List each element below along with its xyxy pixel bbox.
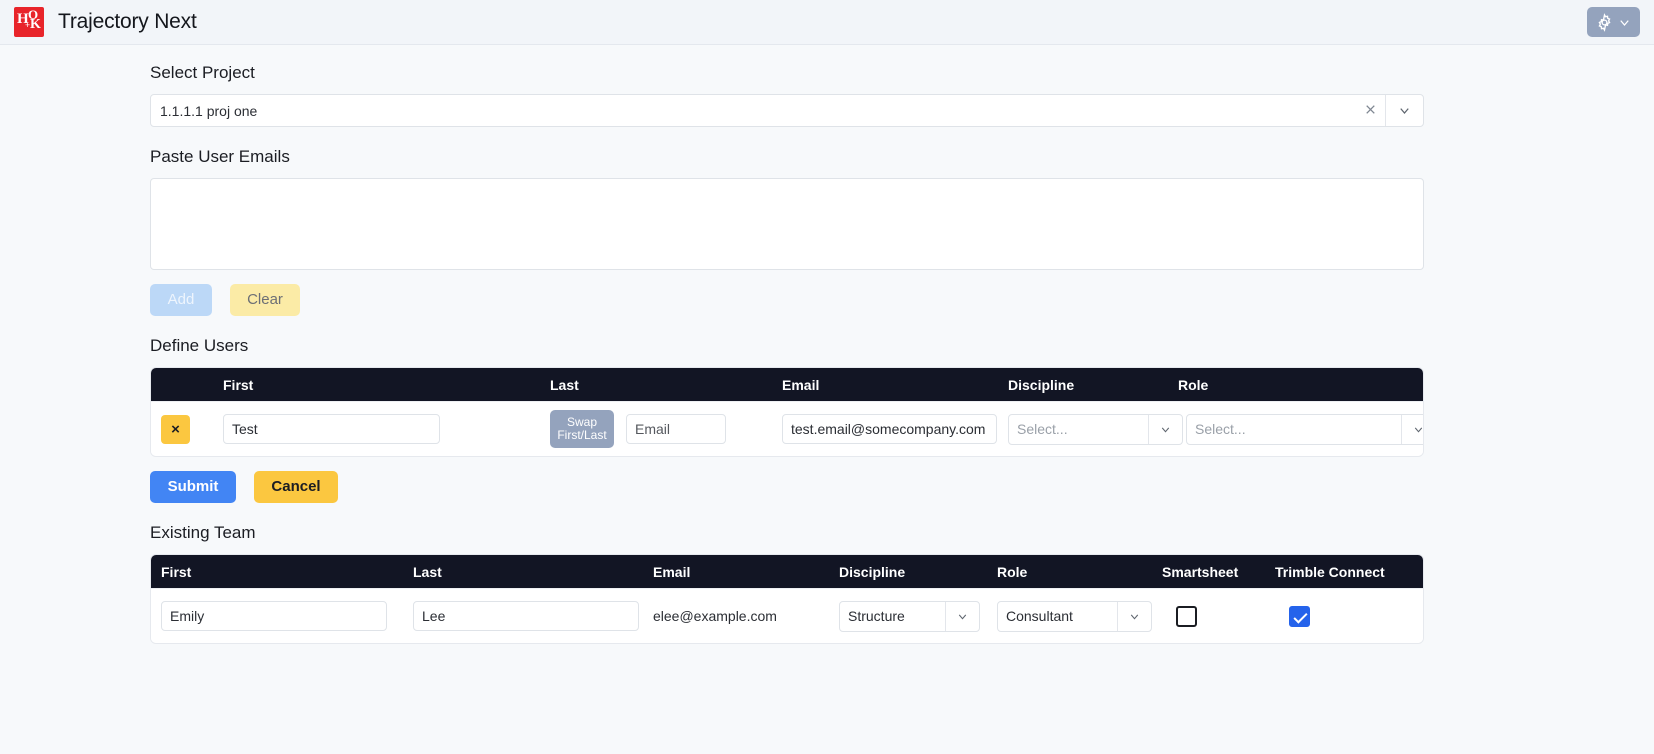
page-body: Select Project 1.1.1.1 proj one Paste Us… <box>0 45 1654 644</box>
select-project-label: Select Project <box>150 63 255 82</box>
smartsheet-checkbox[interactable] <box>1176 605 1197 627</box>
discipline-selected-value: Select... <box>1017 421 1068 437</box>
chevron-down-icon[interactable] <box>1118 610 1151 623</box>
existing-team-label: Existing Team <box>150 523 256 542</box>
column-header-email: Email <box>653 563 691 580</box>
cancel-button[interactable]: Cancel <box>254 471 338 503</box>
column-header-role: Role <box>1178 376 1209 393</box>
swap-label-line2: First/Last <box>557 428 607 442</box>
column-header-first: First <box>161 563 192 580</box>
paste-emails-textarea[interactable] <box>150 178 1424 270</box>
define-users-table: First Last Email Discipline Role × Swap … <box>150 367 1424 457</box>
column-header-role: Role <box>997 563 1028 580</box>
last-name-input[interactable] <box>626 414 726 444</box>
column-header-first: First <box>223 376 254 393</box>
clear-button[interactable]: Clear <box>230 284 300 316</box>
chevron-down-icon <box>1617 15 1632 30</box>
column-header-discipline: Discipline <box>1008 376 1075 393</box>
chevron-down-icon[interactable] <box>1386 103 1423 118</box>
project-selected-value: 1.1.1.1 proj one <box>160 102 258 119</box>
logo-letter-k: K <box>30 17 41 32</box>
gear-icon <box>1595 12 1614 32</box>
existing-role-value: Consultant <box>1006 608 1073 624</box>
existing-discipline-value: Structure <box>848 608 905 624</box>
column-header-discipline: Discipline <box>839 563 906 580</box>
column-header-last: Last <box>413 563 442 580</box>
column-header-last: Last <box>550 376 579 393</box>
existing-first-name-input[interactable] <box>161 601 387 631</box>
settings-button[interactable] <box>1587 7 1640 37</box>
submit-button[interactable]: Submit <box>150 471 236 503</box>
existing-team-table: First Last Email Discipline Role Smartsh… <box>150 554 1424 644</box>
discipline-select[interactable]: Select... <box>1008 413 1183 445</box>
existing-discipline-select[interactable]: Structure <box>839 600 980 632</box>
remove-row-button[interactable]: × <box>161 414 190 444</box>
role-selected-value: Select... <box>1195 421 1246 437</box>
trimble-connect-checkbox[interactable] <box>1289 605 1310 627</box>
existing-team-header-row: First Last Email Discipline Role Smartsh… <box>151 555 1423 588</box>
column-header-smartsheet: Smartsheet <box>1162 563 1239 580</box>
swap-label-line1: Swap <box>566 415 598 429</box>
define-users-label: Define Users <box>150 336 249 355</box>
table-row: × Swap First/Last Select.. <box>151 401 1423 456</box>
define-users-header-row: First Last Email Discipline Role <box>151 368 1423 401</box>
existing-last-name-input[interactable] <box>413 601 639 631</box>
swap-first-last-button[interactable]: Swap First/Last <box>550 410 614 448</box>
paste-actions: Add Clear <box>150 284 1424 316</box>
app-header: H O + K Trajectory Next <box>0 0 1654 45</box>
content-wrapper: Select Project 1.1.1.1 proj one Paste Us… <box>150 63 1424 644</box>
form-actions: Submit Cancel <box>150 471 1424 503</box>
add-button[interactable]: Add <box>150 284 212 316</box>
close-icon[interactable] <box>1355 103 1385 119</box>
email-input[interactable] <box>782 414 997 444</box>
column-header-email: Email <box>782 376 820 393</box>
role-select[interactable]: Select... <box>1186 413 1423 445</box>
existing-email-value: elee@example.com <box>653 608 777 624</box>
first-name-input[interactable] <box>223 414 440 444</box>
chevron-down-icon[interactable] <box>1402 423 1423 436</box>
column-header-trimble-connect: Trimble Connect <box>1275 563 1385 580</box>
paste-user-emails-label: Paste User Emails <box>150 147 290 166</box>
table-row: elee@example.com Structure Consultant <box>151 588 1423 643</box>
existing-role-select[interactable]: Consultant <box>997 600 1152 632</box>
chevron-down-icon[interactable] <box>946 610 979 623</box>
app-title: Trajectory Next <box>58 10 197 33</box>
project-select[interactable]: 1.1.1.1 proj one <box>150 94 1424 127</box>
hok-logo-icon: H O + K <box>14 7 44 37</box>
